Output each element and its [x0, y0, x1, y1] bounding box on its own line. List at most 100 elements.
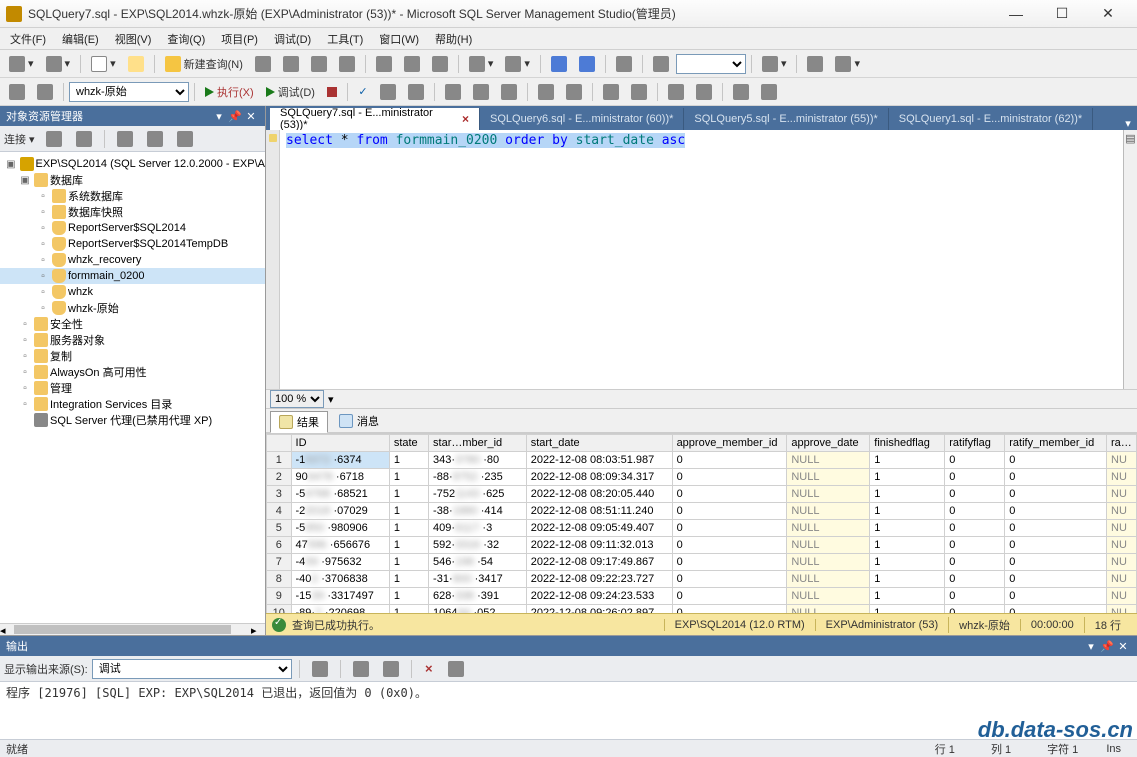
grid-cell[interactable]: 1	[870, 452, 945, 469]
results-grid[interactable]: IDstatestar…mber_idstart_dateapprove_mem…	[266, 434, 1137, 613]
grid-cell[interactable]: 2022-12-08 08:09:34.317	[526, 469, 672, 486]
grid-cell[interactable]: 343·3780··80	[429, 452, 527, 469]
grid-cell[interactable]: 1	[870, 554, 945, 571]
grid-cell[interactable]: 2022-12-08 09:11:32.013	[526, 537, 672, 554]
oe-tb-e[interactable]	[172, 128, 198, 150]
grid-cell[interactable]: 0	[672, 486, 787, 503]
tree-serverobj[interactable]: 服务器对象	[50, 332, 105, 348]
output-body[interactable]: 程序 [21976] [SQL] EXP: EXP\SQL2014 已退出，返回…	[0, 682, 1137, 739]
menu-query[interactable]: 查询(Q)	[159, 28, 213, 49]
menu-file[interactable]: 文件(F)	[2, 28, 54, 49]
grid-cell[interactable]: 0	[945, 520, 1005, 537]
grid-cell[interactable]: 0	[945, 571, 1005, 588]
grid-cell[interactable]: 0	[672, 554, 787, 571]
grid-cell[interactable]: 1	[870, 486, 945, 503]
tabs-overflow-button[interactable]: ▾	[1119, 117, 1137, 130]
output-dropdown-button[interactable]: ▾	[1083, 640, 1099, 653]
table-row[interactable]: 3-54768··685211-7521143··6252022-12-08 0…	[267, 486, 1137, 503]
grid-cell[interactable]: 0	[1005, 503, 1107, 520]
menu-view[interactable]: 视图(V)	[107, 28, 160, 49]
menu-project[interactable]: 项目(P)	[213, 28, 266, 49]
grid-cell[interactable]: 1	[870, 503, 945, 520]
redo-button[interactable]: ▾	[500, 53, 535, 75]
tab-sqlquery6[interactable]: SQLQuery6.sql - E...ministrator (60))*	[480, 108, 684, 130]
grid-cell[interactable]: NU	[1107, 520, 1137, 537]
grid-cell[interactable]: 0	[1005, 469, 1107, 486]
grid-cell[interactable]: 0	[945, 537, 1005, 554]
grid-cell[interactable]: 1	[389, 554, 428, 571]
grid-cell[interactable]: NULL	[787, 452, 870, 469]
tb2-e[interactable]	[440, 81, 466, 103]
grid-cell[interactable]: NU	[1107, 452, 1137, 469]
tb-btn-g[interactable]	[802, 53, 828, 75]
find-combo[interactable]	[676, 54, 746, 74]
grid-column-header[interactable]: ratifyflag	[945, 435, 1005, 452]
row-header[interactable]: 8	[267, 571, 292, 588]
grid-cell[interactable]: 546·198··54	[429, 554, 527, 571]
new-button[interactable]: ▾	[86, 53, 121, 75]
sql-text[interactable]: select * from formmain_0200 order by sta…	[280, 130, 691, 389]
tab-sqlquery7[interactable]: SQLQuery7.sql - E...ministrator (53))*×	[270, 108, 480, 130]
tb-btn-c[interactable]	[306, 53, 332, 75]
grid-cell[interactable]: 2022-12-08 08:20:05.440	[526, 486, 672, 503]
menu-debug[interactable]: 调试(D)	[266, 28, 319, 49]
grid-column-header[interactable]: ID	[291, 435, 389, 452]
grid-cell[interactable]: -38·1880··414	[429, 503, 527, 520]
grid-cell[interactable]: -88·9752··235	[429, 469, 527, 486]
output-close-button[interactable]: ✕	[1115, 640, 1131, 653]
tb2-k[interactable]	[626, 81, 652, 103]
grid-cell[interactable]: 0	[672, 452, 787, 469]
parse-button[interactable]: ✓	[353, 81, 373, 103]
grid-cell[interactable]: 1	[870, 571, 945, 588]
row-header[interactable]: 4	[267, 503, 292, 520]
oe-close-button[interactable]: ✕	[243, 110, 259, 123]
tb-btn-e[interactable]	[611, 53, 637, 75]
tb2-i[interactable]	[561, 81, 587, 103]
otb-a[interactable]	[307, 658, 333, 680]
grid-cell[interactable]: NULL	[787, 605, 870, 614]
grid-cell[interactable]: -459··975632	[291, 554, 389, 571]
undo-button[interactable]: ▾	[464, 53, 499, 75]
paste-button[interactable]	[427, 53, 453, 75]
grid-cell[interactable]: 592·3316··32	[429, 537, 527, 554]
tree-whzk-orig[interactable]: whzk-原始	[68, 300, 119, 316]
grid-cell[interactable]: 47596··656676	[291, 537, 389, 554]
grid-cell[interactable]: -19372··6374	[291, 452, 389, 469]
table-row[interactable]: 1-19372··63741343·3780··802022-12-08 08:…	[267, 452, 1137, 469]
grid-cell[interactable]: 0	[672, 503, 787, 520]
grid-column-header[interactable]: start_date	[526, 435, 672, 452]
oe-tb-a[interactable]	[41, 128, 67, 150]
grid-cell[interactable]: 0	[672, 520, 787, 537]
grid-cell[interactable]: -402··3706838	[291, 571, 389, 588]
grid-cell[interactable]: 628·338··391	[429, 588, 527, 605]
fwd-button[interactable]: ▾	[41, 53, 76, 75]
find-button[interactable]	[648, 53, 674, 75]
grid-cell[interactable]: NULL	[787, 503, 870, 520]
grid-cell[interactable]: NULL	[787, 554, 870, 571]
grid-cell[interactable]: -1539··3317497	[291, 588, 389, 605]
grid-cell[interactable]: -5950··980906	[291, 520, 389, 537]
tb2-f[interactable]	[468, 81, 494, 103]
grid-cell[interactable]: 1	[870, 537, 945, 554]
connect-button[interactable]: 连接 ▾	[4, 131, 37, 147]
grid-cell[interactable]: 2022-12-08 09:17:49.867	[526, 554, 672, 571]
tb-btn-h[interactable]: ▾	[830, 53, 865, 75]
row-header[interactable]: 2	[267, 469, 292, 486]
tb2-l[interactable]	[728, 81, 754, 103]
maximize-button[interactable]: ☐	[1039, 0, 1085, 28]
split-toggle[interactable]: ▤	[1123, 130, 1137, 389]
oe-tb-d[interactable]	[142, 128, 168, 150]
grid-cell[interactable]: 0	[672, 537, 787, 554]
tree-alwayson[interactable]: AlwaysOn 高可用性	[50, 364, 147, 380]
tree-server[interactable]: EXP\SQL2014 (SQL Server 12.0.2000 - EXP\…	[36, 158, 266, 170]
tree-isc[interactable]: Integration Services 目录	[50, 396, 172, 412]
grid-cell[interactable]: 906478··6718	[291, 469, 389, 486]
stop-button[interactable]	[322, 81, 342, 103]
tab-results[interactable]: 结果	[270, 411, 328, 433]
table-row[interactable]: 5-5950··9809061409·6117··32022-12-08 09:…	[267, 520, 1137, 537]
grid-cell[interactable]: 0	[1005, 554, 1107, 571]
grid-cell[interactable]: 0	[945, 486, 1005, 503]
grid-cell[interactable]: 1	[870, 520, 945, 537]
grid-column-header[interactable]: state	[389, 435, 428, 452]
table-row[interactable]: 2906478··67181-88·9752··2352022-12-08 08…	[267, 469, 1137, 486]
